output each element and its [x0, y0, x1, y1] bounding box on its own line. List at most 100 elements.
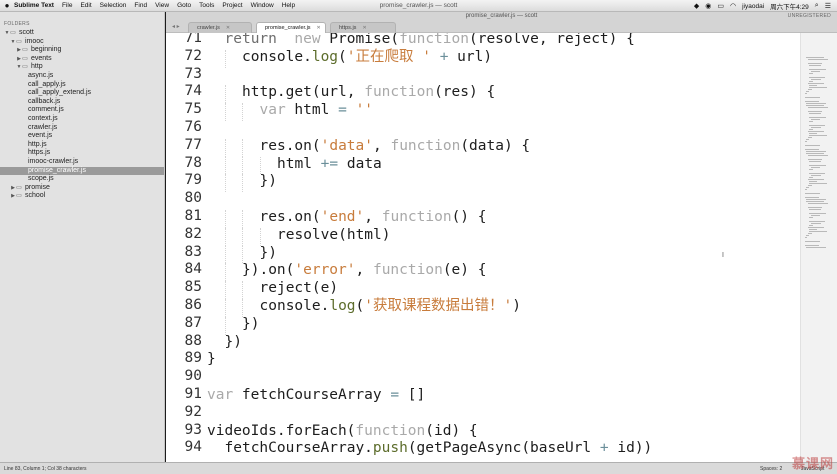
minimap-line — [806, 57, 825, 58]
file-item[interactable]: call_apply.js — [0, 81, 164, 90]
line-number: 82 — [184, 225, 202, 242]
menubar-status-area: ◆ ◉ ▭ ◠ jiyaodai 周六下午4:29 ⌕ ☰ — [694, 0, 831, 12]
code-token: console. — [259, 298, 330, 314]
code-token: function — [355, 422, 426, 439]
code-token: }) — [242, 315, 260, 332]
code-line: http.get(url, function(res) { — [242, 83, 495, 101]
indent-guide — [242, 138, 243, 157]
code-token: Promise( — [320, 33, 400, 47]
code-editor[interactable]: 71 72 73 74 75 76 77 78 79 80 81 82 83 84 85 86 87 88 89 90… — [166, 33, 800, 462]
code-token: id)) — [608, 440, 653, 457]
folder-item[interactable]: ▶ ▭ beginning — [0, 46, 164, 55]
line-number: 81 — [184, 208, 202, 224]
folder-icon: ▭ — [16, 193, 22, 200]
tree-item-label: imooc — [25, 37, 44, 45]
folder-item[interactable]: ▶ ▭ events — [0, 55, 164, 64]
wifi-icon[interactable]: ◠ — [730, 2, 736, 10]
file-item[interactable]: promise_crawler.js — [0, 166, 164, 176]
minimap-line — [805, 237, 807, 238]
tab-crawler-js[interactable]: crawler.js ✕ — [188, 22, 252, 33]
folder-item[interactable]: ▼ ▭ http — [0, 63, 164, 72]
minimap-line — [809, 81, 814, 82]
line-number: 73 — [184, 65, 202, 82]
dropbox-icon[interactable]: ◆ — [694, 2, 699, 10]
folder-icon: ▭ — [16, 184, 22, 191]
code-token: }) — [259, 244, 277, 261]
apple-icon[interactable]: ● — [0, 0, 14, 12]
menu-view[interactable]: View — [155, 2, 169, 9]
folder-item[interactable]: ▼ ▭ imooc — [0, 38, 164, 47]
tab-nav-arrows-icon[interactable]: ◂ ▸ — [172, 23, 180, 30]
code-token: ( — [355, 298, 365, 314]
minimap-line — [805, 193, 820, 194]
menu-file[interactable]: File — [62, 2, 72, 9]
folder-icon: ▭ — [10, 30, 16, 36]
menu-goto[interactable]: Goto — [177, 2, 191, 9]
minimap-line — [807, 233, 812, 234]
input-method-label[interactable]: jiyaodai — [742, 3, 764, 10]
minimap-line — [810, 79, 821, 80]
indent-guide — [224, 103, 226, 121]
menu-help[interactable]: Help — [282, 2, 295, 9]
file-item[interactable]: context.js — [0, 115, 164, 124]
tree-item-label: scope.js — [28, 175, 54, 183]
file-item[interactable]: callback.js — [0, 98, 164, 107]
code-token: new — [294, 33, 321, 47]
tab-bar: promise_crawler.js — scott UNREGISTERED … — [166, 12, 837, 33]
code-token: (id) { — [425, 422, 478, 439]
menu-selection[interactable]: Selection — [100, 2, 127, 9]
folder-item[interactable]: ▼ ▭ scott — [0, 29, 164, 38]
tab-close-icon[interactable]: ✕ — [317, 23, 321, 34]
minimap-line — [806, 105, 825, 106]
window-title: promise_crawler.js — scott — [465, 13, 538, 19]
line-number: 78 — [184, 154, 202, 171]
app-menu-sublime-text[interactable]: Sublime Text — [14, 2, 54, 9]
menubar: promise_crawler.js — scott ● Sublime Tex… — [0, 0, 837, 12]
code-line: res.on('data', function(data) { — [260, 137, 531, 155]
spotlight-search-icon[interactable]: ⌕ — [815, 2, 819, 10]
watermark-logo: 慕课网 — [791, 456, 834, 471]
minimap-line — [806, 199, 827, 200]
code-token: (res) { — [434, 84, 496, 101]
menu-tools[interactable]: Tools — [199, 2, 214, 9]
tab-https-js[interactable]: https.js ✕ — [330, 22, 396, 33]
minimap[interactable] — [800, 33, 837, 462]
menu-window[interactable]: Window — [251, 2, 274, 9]
tree-item-label: beginning — [31, 46, 62, 54]
tab-promise-crawler-js[interactable]: promise_crawler.js ✕ — [256, 22, 326, 33]
file-item[interactable]: event.js — [0, 132, 164, 141]
notification-center-icon[interactable]: ☰ — [825, 2, 831, 10]
file-item[interactable]: https.js — [0, 149, 164, 158]
minimap-line — [806, 103, 827, 104]
wechat-icon[interactable]: ◉ — [705, 2, 711, 10]
minimap-line — [810, 215, 820, 216]
file-item[interactable]: call_apply_extend.js — [0, 89, 164, 98]
battery-icon[interactable]: ▭ — [717, 2, 724, 10]
menu-edit[interactable]: Edit — [80, 2, 91, 9]
menubar-clock[interactable]: 周六下午4:29 — [770, 1, 809, 11]
indent-guide — [224, 281, 226, 299]
indent-guide — [224, 210, 226, 228]
tab-close-icon[interactable]: ✕ — [362, 23, 366, 34]
menu-project[interactable]: Project — [222, 2, 242, 9]
indent-guide — [224, 263, 226, 282]
line-number: 74 — [184, 83, 202, 100]
indentation-setting[interactable]: Spaces: 2 — [760, 466, 782, 472]
minimap-line — [809, 73, 814, 74]
status-bar: Line 83, Column 1; Col 38 characters Spa… — [0, 456, 837, 474]
code-token: [] — [399, 387, 426, 403]
indent-guide — [224, 138, 226, 157]
folder-item[interactable]: ▶ ▭ promise — [0, 184, 164, 193]
file-item[interactable]: scope.js — [0, 175, 164, 184]
code-area[interactable]: return new Promise(function(resolve, rej… — [207, 33, 800, 462]
tab-close-icon[interactable]: ✕ — [226, 23, 230, 34]
file-item[interactable]: imooc-crawler.js — [0, 158, 164, 167]
file-item[interactable]: http.js — [0, 141, 164, 150]
minimap-line — [807, 137, 812, 138]
folder-item[interactable]: ▶ ▭ school — [0, 192, 164, 201]
tab-label: promise_crawler.js — [265, 24, 311, 31]
file-item[interactable]: crawler.js — [0, 124, 164, 133]
menu-find[interactable]: Find — [134, 2, 147, 9]
file-item[interactable]: comment.js — [0, 106, 164, 115]
file-item[interactable]: async.js — [0, 72, 164, 81]
